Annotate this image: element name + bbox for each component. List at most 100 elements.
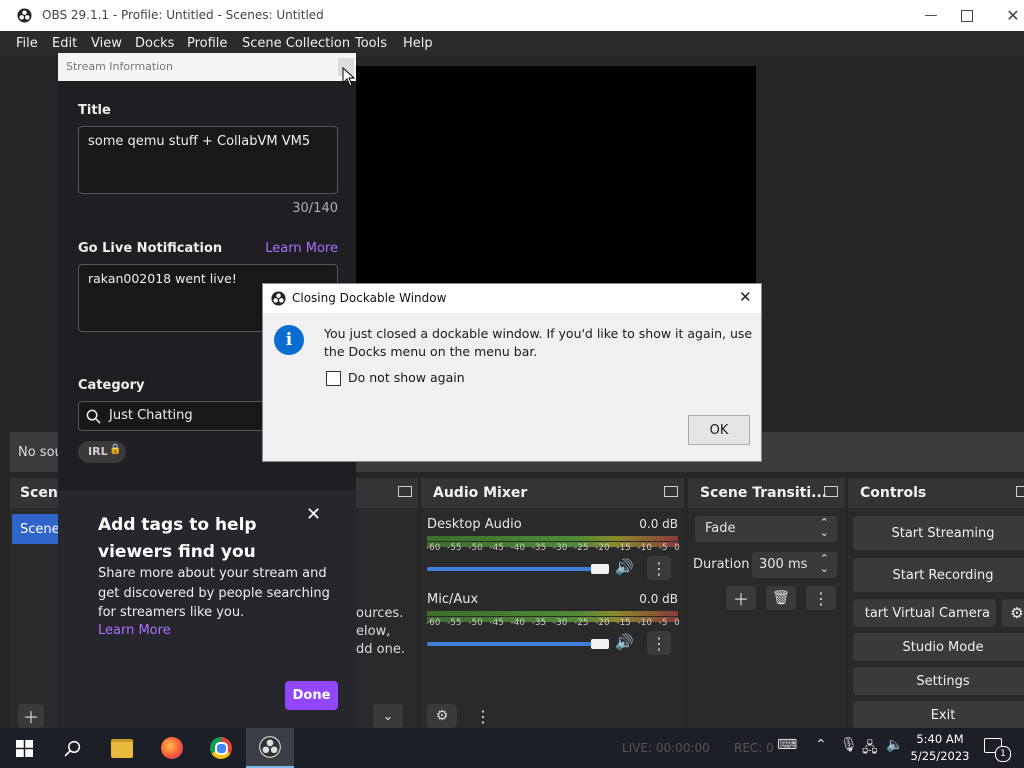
title-input[interactable]: some qemu stuff + CollabVM VM5 [78, 126, 338, 194]
channel-desktop-level: 0.0 dB [639, 517, 678, 531]
window-title: OBS 29.1.1 - Profile: Untitled - Scenes:… [42, 8, 324, 22]
network-icon[interactable]: 🖧 [862, 737, 878, 761]
settings-button[interactable]: Settings [853, 667, 1024, 695]
windows-start-icon[interactable] [0, 728, 48, 768]
start-virtual-camera-button[interactable]: tart Virtual Camera [853, 599, 996, 627]
maximize-icon[interactable] [944, 0, 990, 31]
search-icon[interactable] [48, 728, 96, 768]
keyboard-icon[interactable]: ⌨ [777, 737, 797, 753]
lock-icon: 🔒 [109, 444, 122, 455]
menu-edit[interactable]: Edit [52, 36, 77, 51]
scene-list-item[interactable]: Scene [12, 514, 62, 544]
obs-logo-icon [17, 8, 32, 23]
desktop-audio-meter [427, 536, 678, 541]
channel-mic-level: 0.0 dB [639, 592, 678, 606]
microphone-icon[interactable]: 🎙 [840, 737, 858, 753]
spinner-icon[interactable]: ⌃ ⌄ [820, 553, 829, 574]
search-icon [86, 409, 101, 424]
menu-view[interactable]: View [91, 36, 122, 51]
chevron-up-icon[interactable]: ⌃ [815, 737, 827, 753]
sources-hint-2: elow, [356, 624, 391, 639]
virtual-camera-gear-icon[interactable]: ⚙ [1002, 599, 1024, 627]
duration-label: Duration [693, 557, 750, 572]
desktop-meter-ticks: -60 -55 -50 -45 -40 -35 -30 -25 -20 -15 -10 -5 0 [426, 543, 680, 553]
file-explorer-icon[interactable] [98, 728, 146, 768]
studio-mode-button[interactable]: Studio Mode [853, 633, 1024, 661]
popup-learn-more-link[interactable]: Learn More [98, 623, 171, 638]
transition-menu-icon[interactable]: ⋮ [806, 586, 836, 610]
firefox-icon[interactable] [148, 728, 196, 768]
dialog-close-icon[interactable]: ✕ [739, 288, 752, 306]
notification-learn-more-link[interactable]: Learn More [265, 241, 338, 256]
mixer-menu-icon[interactable]: ⋮ [473, 704, 493, 728]
stream-info-header: Stream Information [58, 53, 356, 81]
mic-speaker-icon[interactable]: 🔊 [615, 633, 634, 651]
no-source-label: No sou [18, 445, 63, 460]
sources-dock: ources. elow, dd one. ⌄ [356, 478, 418, 728]
live-status: LIVE: 00:00:00 [622, 741, 710, 755]
scene-transitions-dock: Scene Transiti... Fade ⌃ ⌄ Duration 300 m… [688, 478, 845, 728]
menu-profile[interactable]: Profile [187, 36, 227, 51]
taskbar: LIVE: 00:00:00 REC: 0 ⌨ ⌃ 🎙 🖧 🔈 5:40 AM … [0, 728, 1024, 768]
close-icon[interactable]: ✕ [990, 0, 1024, 31]
closing-dock-dialog: Closing Dockable Window ✕ i You just clo… [262, 283, 762, 462]
scene-transitions-title: Scene Transiti... [700, 485, 828, 501]
notification-label: Go Live Notification [78, 241, 223, 256]
clock-time: 5:40 AM [916, 732, 964, 746]
mic-volume-knob[interactable] [591, 639, 609, 649]
transition-select[interactable]: Fade ⌃ ⌄ [695, 516, 837, 542]
mic-volume-slider[interactable] [427, 642, 607, 646]
menu-docks[interactable]: Docks [135, 36, 174, 51]
audio-mixer-title: Audio Mixer [433, 485, 528, 501]
menu-scene-collection[interactable]: Scene Collection [242, 36, 350, 51]
start-recording-button[interactable]: Start Recording [853, 558, 1024, 592]
mic-meter-ticks: -60 -55 -50 -45 -40 -35 -30 -25 -20 -15 -10 -5 0 [426, 618, 680, 628]
do-not-show-checkbox[interactable] [326, 371, 341, 386]
desktop-volume-slider[interactable] [427, 567, 607, 571]
sources-undock-icon[interactable] [398, 486, 412, 497]
clock[interactable]: 5:40 AM 5/25/2023 [908, 731, 972, 765]
title-char-count: 30/140 [292, 201, 338, 216]
duration-input[interactable]: 300 ms ⌃ ⌄ [752, 552, 837, 578]
transition-value: Fade [705, 521, 736, 536]
dialog-message: You just closed a dockable window. If yo… [324, 326, 753, 359]
ok-button[interactable]: OK [688, 415, 750, 445]
chevron-down-icon[interactable]: ⌄ [373, 704, 403, 728]
desktop-audio-menu-icon[interactable]: ⋮ [647, 556, 671, 580]
add-scene-button[interactable]: ＋ [18, 704, 44, 728]
audio-mixer-undock-icon[interactable] [664, 486, 678, 497]
menu-file[interactable]: File [16, 36, 38, 51]
done-button[interactable]: Done [285, 681, 338, 710]
desktop-volume-knob[interactable] [591, 564, 609, 574]
exit-button[interactable]: Exit [853, 701, 1024, 729]
gear-icon[interactable]: ⚙ [427, 704, 457, 728]
volume-icon[interactable]: 🔈 [886, 737, 903, 753]
controls-undock-icon[interactable] [1016, 486, 1024, 497]
info-icon: i [274, 325, 304, 355]
category-label: Category [78, 378, 145, 393]
popup-heading: Add tags to help viewers find you [98, 515, 257, 562]
obs-taskbar-icon[interactable] [246, 728, 294, 768]
menu-tools[interactable]: Tools [355, 36, 387, 51]
controls-dock: Controls Start Streaming Start Recording… [848, 478, 1024, 729]
add-transition-button[interactable]: ＋ [726, 586, 756, 610]
channel-mic-name: Mic/Aux [427, 592, 479, 607]
start-streaming-button[interactable]: Start Streaming [853, 516, 1024, 550]
clock-date: 5/25/2023 [910, 749, 970, 763]
trash-icon[interactable]: 🗑 [766, 586, 796, 610]
notification-count-badge: 1 [995, 746, 1011, 762]
channel-desktop-name: Desktop Audio [427, 517, 522, 532]
window-titlebar: OBS 29.1.1 - Profile: Untitled - Scenes:… [0, 0, 1024, 31]
scenes-dock: Scene Scene ＋ [10, 478, 67, 728]
preview-canvas[interactable] [356, 66, 756, 300]
sources-hint-3: dd one. [356, 642, 405, 657]
speaker-icon[interactable]: 🔊 [615, 558, 634, 576]
title-label: Title [78, 103, 111, 118]
transitions-undock-icon[interactable] [824, 486, 838, 497]
menu-help[interactable]: Help [403, 36, 433, 51]
duration-value: 300 ms [759, 557, 808, 572]
chrome-icon[interactable] [197, 728, 245, 768]
tag-chip[interactable]: IRL 🔒 [78, 441, 126, 463]
mic-audio-menu-icon[interactable]: ⋮ [647, 631, 671, 655]
tags-popup: ✕ Add tags to help viewers find you Shar… [58, 490, 356, 728]
